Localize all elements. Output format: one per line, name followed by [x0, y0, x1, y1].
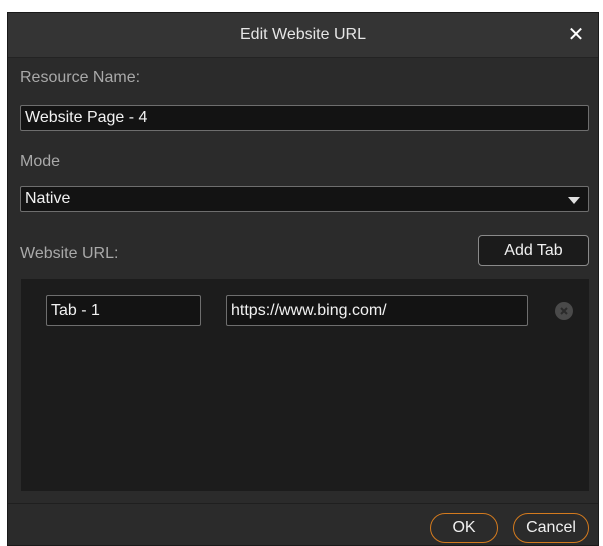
mode-selected-value: Native — [25, 190, 71, 207]
resource-name-input[interactable] — [20, 105, 589, 131]
dialog-titlebar: Edit Website URL ✕ — [8, 13, 598, 58]
website-url-label: Website URL: — [20, 245, 119, 262]
ok-button[interactable]: OK — [430, 513, 498, 543]
add-tab-button[interactable]: Add Tab — [478, 235, 589, 266]
tab-list-panel — [21, 279, 589, 491]
mode-label: Mode — [20, 153, 61, 170]
remove-tab-icon[interactable] — [555, 302, 573, 320]
tab-name-input[interactable] — [46, 295, 201, 326]
mode-select[interactable]: Native — [20, 186, 589, 212]
dropdown-arrow-icon — [568, 197, 580, 204]
tab-url-input[interactable] — [226, 295, 528, 326]
resource-name-label: Resource Name: — [20, 69, 141, 86]
close-icon[interactable]: ✕ — [562, 21, 590, 49]
dialog-title: Edit Website URL — [240, 26, 366, 43]
cancel-button[interactable]: Cancel — [513, 513, 589, 543]
edit-website-url-dialog: Edit Website URL ✕ Resource Name: Mode N… — [7, 12, 599, 546]
footer-divider — [8, 503, 598, 504]
